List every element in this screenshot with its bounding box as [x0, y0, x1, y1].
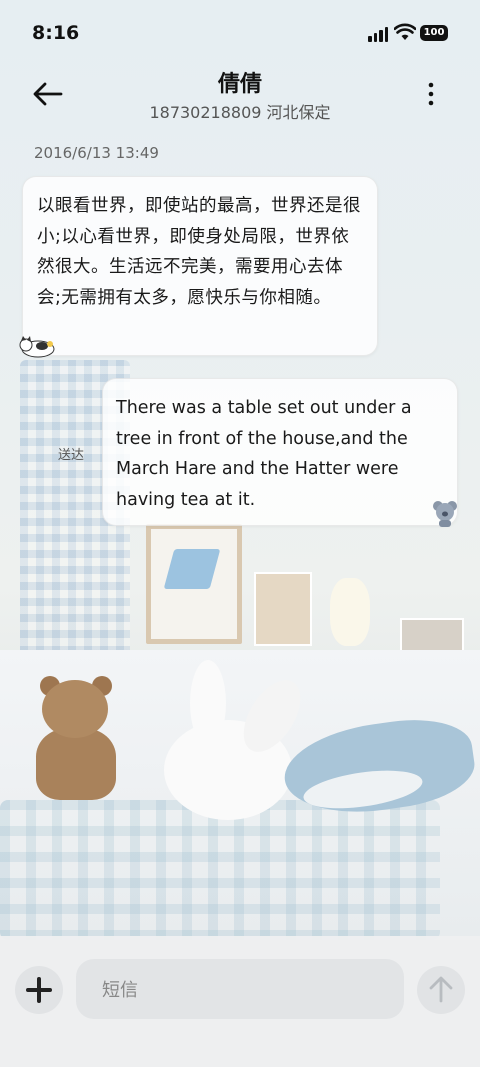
message-timestamp: 2016/6/13 13:49 [34, 144, 159, 162]
wifi-icon [394, 23, 416, 40]
cellular-signal-icon [368, 26, 388, 42]
wallpaper-poster [254, 572, 312, 646]
add-attachment-button[interactable] [15, 966, 63, 1014]
wallpaper-blanket [0, 800, 440, 940]
cat-sticker-icon [19, 336, 55, 358]
outgoing-message-text: There was a table set out under a tree i… [116, 398, 412, 510]
delivery-status: 送达 [58, 448, 85, 463]
status-time: 8:16 [32, 22, 80, 44]
outgoing-message-bubble[interactable]: There was a table set out under a tree i… [102, 378, 458, 526]
message-input-container[interactable] [76, 959, 404, 1021]
incoming-message-bubble[interactable]: 以眼看世界，即使站的最高，世界还是很小;以心看世界，即使身处局限，世界依然很大。… [22, 176, 378, 356]
message-input[interactable] [100, 959, 394, 1021]
status-bar: 8:16 100 [0, 0, 480, 68]
incoming-message-text: 以眼看世界，即使站的最高，世界还是很小;以心看世界，即使身处局限，世界依然很大。… [37, 196, 361, 308]
wallpaper-figurine [330, 578, 370, 646]
send-button[interactable] [417, 966, 465, 1014]
contact-name: 倩倩 [217, 72, 262, 97]
battery-indicator: 100 [420, 25, 448, 41]
koala-sticker-icon [433, 501, 457, 527]
more-vertical-icon[interactable] [418, 80, 444, 110]
wallpaper-bunny-pillow [164, 660, 312, 820]
send-arrow-icon [429, 976, 453, 1003]
wallpaper-teddy-bear [28, 676, 124, 800]
contact-detail: 18730218809 河北保定 [149, 103, 331, 122]
wallpaper-picture-frame [146, 524, 242, 644]
